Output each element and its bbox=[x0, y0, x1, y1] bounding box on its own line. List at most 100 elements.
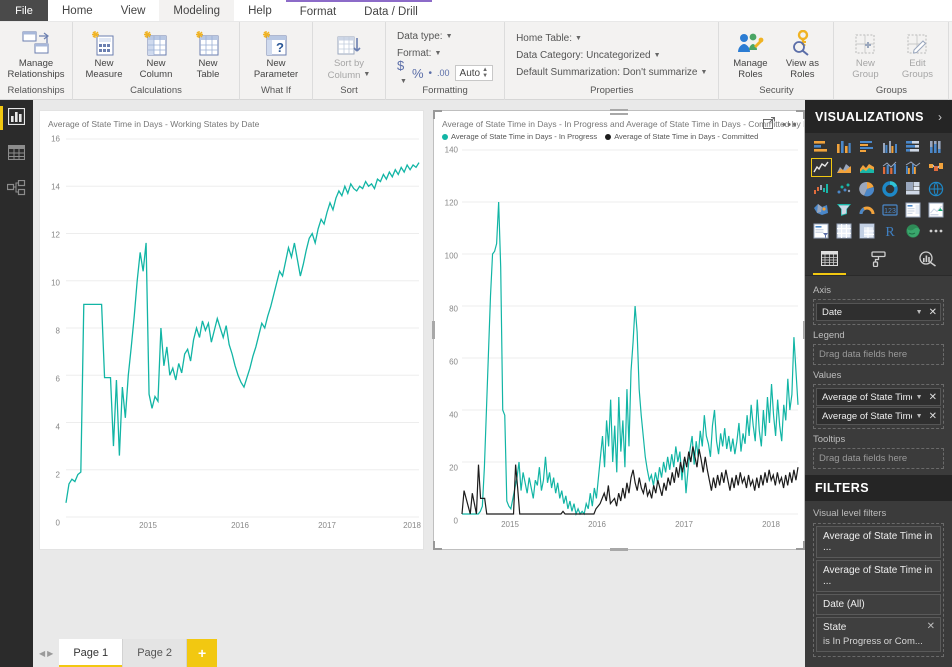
tab-help[interactable]: Help bbox=[234, 0, 286, 21]
legend-entry-committed[interactable]: Average of State Time in Days - Committe… bbox=[605, 132, 758, 141]
manage-roles-button[interactable]: Manage Roles bbox=[724, 24, 776, 82]
new-table-button[interactable]: New Table bbox=[182, 24, 234, 82]
viz-type-card[interactable]: 123 bbox=[880, 200, 901, 219]
data-type-dropdown[interactable]: Data type: ▼ bbox=[397, 28, 493, 45]
viz-type-more-visuals[interactable] bbox=[925, 221, 946, 240]
filter-card-3[interactable]: State ✕ is In Progress or Com... bbox=[816, 617, 941, 652]
remove-field-icon[interactable]: ✕ bbox=[927, 307, 937, 318]
viz-type-clustered-column-chart[interactable] bbox=[880, 137, 901, 156]
well-legend-placeholder[interactable]: Drag data fields here bbox=[813, 344, 944, 365]
viz-type-ribbon-chart[interactable] bbox=[925, 158, 946, 177]
viz-type-gauge-chart[interactable] bbox=[857, 200, 878, 219]
resize-handle-top-inner[interactable] bbox=[610, 113, 628, 115]
new-column-button[interactable]: New Column bbox=[130, 24, 182, 82]
sidebar-item-report-view[interactable] bbox=[0, 100, 33, 136]
viz-type-filled-map[interactable] bbox=[811, 200, 832, 219]
viz-type-matrix[interactable] bbox=[857, 221, 878, 240]
viz-type-line-chart[interactable] bbox=[811, 158, 832, 177]
remove-field-icon[interactable]: ✕ bbox=[927, 411, 937, 422]
visual-line-chart-working-states[interactable]: Average of State Time in Days - Working … bbox=[39, 110, 424, 550]
tab-format[interactable]: Format bbox=[286, 2, 350, 21]
data-category-dropdown[interactable]: Data Category: Uncategorized ▼ bbox=[516, 47, 707, 64]
viz-type-multi-row-card[interactable] bbox=[902, 200, 923, 219]
tab-fields[interactable] bbox=[805, 245, 854, 275]
viz-type-slicer[interactable] bbox=[811, 221, 832, 240]
new-parameter-button[interactable]: ? New Parameter bbox=[245, 24, 307, 82]
new-measure-button[interactable]: New Measure bbox=[78, 24, 130, 82]
decimal-auto-input[interactable]: Auto ▲ ▼ bbox=[454, 65, 494, 81]
focus-mode-icon[interactable] bbox=[762, 117, 775, 132]
chevron-right-icon[interactable]: › bbox=[938, 110, 942, 124]
visualization-type-gallery[interactable]: 123 R bbox=[805, 133, 952, 245]
new-group-button[interactable]: New Group bbox=[839, 24, 891, 82]
legend-entry-in-progress[interactable]: Average of State Time in Days - In Progr… bbox=[442, 132, 597, 141]
viz-type-100-stacked-bar-chart[interactable] bbox=[902, 137, 923, 156]
visual-line-chart-inprogress-committed[interactable]: ••• Average of State Time in Days - In P… bbox=[432, 109, 806, 551]
tab-modeling[interactable]: Modeling bbox=[159, 0, 235, 21]
viz-type-area-chart[interactable] bbox=[834, 158, 855, 177]
page-tab-page-1[interactable]: Page 1 bbox=[59, 639, 124, 667]
viz-type-kpi[interactable] bbox=[925, 200, 946, 219]
filter-card-1[interactable]: Average of State Time in ... bbox=[816, 560, 941, 592]
tab-analytics[interactable] bbox=[903, 245, 952, 275]
chevron-down-icon[interactable]: ▼ bbox=[912, 413, 927, 420]
well-values[interactable]: Average of State Time in ▼✕Average of St… bbox=[813, 384, 944, 429]
field-chip-values-0[interactable]: Average of State Time in ▼✕ bbox=[816, 388, 941, 406]
viz-type-table[interactable] bbox=[834, 221, 855, 240]
page-tab-page-2[interactable]: Page 2 bbox=[123, 639, 188, 667]
viz-type-funnel-chart[interactable] bbox=[834, 200, 855, 219]
viz-type-scatter-chart[interactable] bbox=[834, 179, 855, 198]
viz-type-clustered-bar-chart[interactable] bbox=[857, 137, 878, 156]
tab-data-drill[interactable]: Data / Drill bbox=[350, 2, 432, 21]
default-summarization-dropdown[interactable]: Default Summarization: Don't summarize ▼ bbox=[516, 64, 707, 81]
sidebar-item-model-view[interactable] bbox=[0, 172, 33, 208]
thousands-separator-button[interactable]: • bbox=[429, 68, 433, 79]
home-table-dropdown[interactable]: Home Table: ▼ bbox=[516, 30, 707, 47]
chevron-right-icon[interactable]: ▶ bbox=[47, 649, 53, 658]
remove-filter-icon[interactable]: ✕ bbox=[927, 621, 935, 632]
stepper-icon[interactable]: ▲ ▼ bbox=[482, 67, 488, 79]
viz-type-line-stacked-column-chart[interactable] bbox=[880, 158, 901, 177]
viz-type-donut-chart[interactable] bbox=[880, 179, 901, 198]
viz-type-r-script-visual[interactable]: R bbox=[880, 221, 901, 240]
tab-home[interactable]: Home bbox=[48, 0, 107, 21]
viz-type-line-clustered-column-chart[interactable] bbox=[902, 158, 923, 177]
viz-type-stacked-bar-chart[interactable] bbox=[811, 137, 832, 156]
tab-file[interactable]: File bbox=[0, 0, 48, 21]
viz-type-100-stacked-column-chart[interactable] bbox=[925, 137, 946, 156]
resize-handle-bottom[interactable] bbox=[610, 548, 628, 551]
add-page-button[interactable]: + bbox=[187, 639, 218, 667]
sort-by-column-button[interactable]: Sort by Column ▼ bbox=[318, 24, 380, 83]
chevron-left-icon[interactable]: ◀ bbox=[39, 649, 45, 658]
report-canvas[interactable]: Average of State Time in Days - Working … bbox=[33, 100, 806, 631]
resize-handle-top-left[interactable] bbox=[433, 110, 442, 119]
well-axis[interactable]: Date ▼ ✕ bbox=[813, 299, 944, 325]
viz-type-map[interactable] bbox=[925, 179, 946, 198]
tab-view[interactable]: View bbox=[107, 0, 160, 21]
field-chip-values-1[interactable]: Average of State Time in ▼✕ bbox=[816, 407, 941, 425]
viz-type-stacked-column-chart[interactable] bbox=[834, 137, 855, 156]
manage-relationships-button[interactable]: Manage Relationships bbox=[5, 24, 67, 82]
field-chip-axis-0[interactable]: Date ▼ ✕ bbox=[816, 303, 941, 321]
percent-format-button[interactable]: % bbox=[412, 66, 424, 81]
sidebar-item-data-view[interactable] bbox=[0, 136, 33, 172]
format-dropdown[interactable]: Format: ▼ bbox=[397, 45, 493, 62]
filter-card-2[interactable]: Date (All) bbox=[816, 594, 941, 615]
chevron-down-icon[interactable]: ▼ bbox=[912, 394, 927, 401]
viz-type-stacked-area-chart[interactable] bbox=[857, 158, 878, 177]
well-tooltips-placeholder[interactable]: Drag data fields here bbox=[813, 448, 944, 469]
tab-format[interactable] bbox=[854, 245, 903, 275]
viz-type-waterfall-chart[interactable] bbox=[811, 179, 832, 198]
viz-type-arcgis-maps[interactable] bbox=[902, 221, 923, 240]
more-options-icon[interactable]: ••• bbox=[782, 119, 798, 130]
remove-field-icon[interactable]: ✕ bbox=[927, 392, 937, 403]
resize-handle-bottom-left[interactable] bbox=[433, 541, 442, 550]
viz-type-treemap[interactable] bbox=[902, 179, 923, 198]
chevron-down-icon[interactable]: ▼ bbox=[912, 309, 927, 316]
decimal-places-button[interactable]: .00 bbox=[437, 68, 450, 78]
resize-handle-top[interactable] bbox=[610, 109, 628, 111]
view-as-roles-button[interactable]: View as Roles bbox=[776, 24, 828, 82]
filter-card-0[interactable]: Average of State Time in ... bbox=[816, 526, 941, 558]
resize-handle-bottom-right[interactable] bbox=[796, 541, 805, 550]
edit-groups-button[interactable]: Edit Groups bbox=[891, 24, 943, 82]
